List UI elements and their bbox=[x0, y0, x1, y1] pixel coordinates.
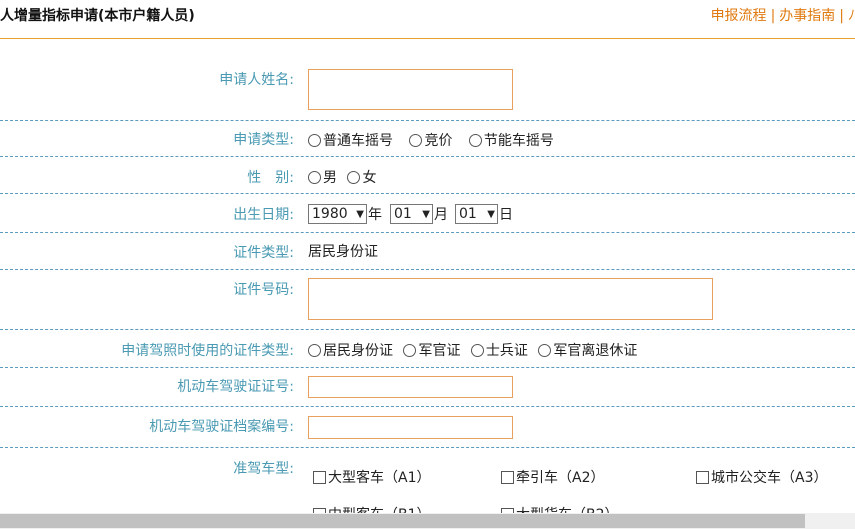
horizontal-scrollbar[interactable] bbox=[0, 513, 855, 529]
gender-label: 性 别: bbox=[247, 170, 294, 186]
page-title: 人增量指标申请(本市户籍人员) bbox=[0, 8, 195, 24]
row-license-file-number: 机动车驾驶证档案编号: bbox=[0, 407, 855, 448]
birth-date-group: 1980 ▼ 年 01 ▼ 月 01 ▼ 日 bbox=[308, 204, 516, 224]
link-guide[interactable]: 办事指南 bbox=[779, 8, 835, 24]
checkbox-icon bbox=[501, 470, 514, 484]
row-application-type: 申请类型: 普通车摇号 竞价 节能车摇号 bbox=[0, 121, 855, 157]
id-type-label: 证件类型: bbox=[233, 245, 294, 261]
id-number-input[interactable] bbox=[308, 278, 713, 320]
license-file-number-input[interactable] bbox=[308, 416, 513, 439]
radio-energy-saving[interactable]: 节能车摇号 bbox=[468, 130, 554, 150]
radio-lottery[interactable]: 普通车摇号 bbox=[308, 130, 393, 150]
checkbox-vehicle-a3[interactable]: 城市公交车（A3） bbox=[696, 467, 827, 487]
row-license-id-type: 申请驾照时使用的证件类型: 居民身份证 军官证 士兵证 军官离退休证 bbox=[0, 330, 855, 368]
divider: | bbox=[770, 8, 776, 24]
application-type-label: 申请类型: bbox=[233, 132, 294, 148]
radio-icon bbox=[538, 343, 552, 357]
radio-icon bbox=[347, 170, 361, 184]
birth-year-select[interactable]: 1980 ▼ bbox=[308, 204, 367, 224]
license-id-type-label: 申请驾照时使用的证件类型: bbox=[121, 343, 294, 359]
radio-retired-officer-id[interactable]: 军官离退休证 bbox=[538, 340, 637, 360]
gender-group: 男 女 bbox=[308, 167, 388, 188]
row-applicant-name: 申请人姓名: bbox=[0, 40, 855, 121]
link-more[interactable]: ﾉ bbox=[848, 8, 855, 24]
row-vehicle-class: 准驾车型: 大型客车（A1） 牵引车（A2） 城市公交车（A3） 中型客车（B1… bbox=[0, 448, 855, 523]
license-file-number-label: 机动车驾驶证档案编号: bbox=[149, 419, 294, 435]
id-type-value: 居民身份证 bbox=[308, 244, 378, 260]
row-id-number: 证件号码: bbox=[0, 270, 855, 330]
applicant-name-label: 申请人姓名: bbox=[219, 72, 294, 88]
page-header: 人增量指标申请(本市户籍人员) 申报流程 | 办事指南 | ﾉ bbox=[0, 0, 855, 39]
day-unit: 日 bbox=[499, 207, 513, 223]
chevron-down-icon: ▼ bbox=[356, 208, 364, 220]
row-id-type: 证件类型: 居民身份证 bbox=[0, 233, 855, 270]
chevron-down-icon: ▼ bbox=[487, 208, 495, 220]
vehicle-class-label: 准驾车型: bbox=[233, 461, 294, 477]
checkbox-icon bbox=[696, 470, 709, 484]
id-number-label: 证件号码: bbox=[233, 282, 294, 298]
application-type-group: 普通车摇号 竞价 节能车摇号 bbox=[308, 130, 566, 151]
radio-icon bbox=[308, 133, 321, 147]
month-unit: 月 bbox=[434, 207, 448, 223]
chevron-down-icon: ▼ bbox=[422, 208, 430, 220]
radio-bidding[interactable]: 竞价 bbox=[409, 130, 452, 150]
row-gender: 性 别: 男 女 bbox=[0, 157, 855, 194]
license-number-input[interactable] bbox=[308, 376, 513, 398]
radio-icon bbox=[468, 133, 482, 147]
license-number-label: 机动车驾驶证证号: bbox=[177, 379, 294, 395]
radio-officer-id[interactable]: 军官证 bbox=[403, 340, 460, 360]
radio-soldier-id[interactable]: 士兵证 bbox=[470, 340, 528, 360]
year-unit: 年 bbox=[368, 207, 382, 223]
applicant-name-input[interactable] bbox=[308, 69, 513, 110]
checkbox-icon bbox=[313, 470, 326, 484]
license-id-type-group: 居民身份证 军官证 士兵证 军官离退休证 bbox=[308, 340, 649, 361]
radio-icon bbox=[409, 133, 423, 147]
row-license-number: 机动车驾驶证证号: bbox=[0, 368, 855, 407]
birth-date-label: 出生日期: bbox=[233, 207, 294, 223]
scrollbar-thumb[interactable] bbox=[0, 514, 805, 528]
radio-female[interactable]: 女 bbox=[347, 167, 376, 187]
radio-icon bbox=[308, 170, 321, 184]
radio-resident-id[interactable]: 居民身份证 bbox=[308, 340, 393, 360]
radio-icon bbox=[403, 343, 417, 357]
checkbox-vehicle-a1[interactable]: 大型客车（A1） bbox=[313, 467, 430, 487]
radio-icon bbox=[470, 343, 484, 357]
radio-male[interactable]: 男 bbox=[308, 167, 337, 187]
checkbox-vehicle-a2[interactable]: 牵引车（A2） bbox=[501, 467, 604, 487]
row-birth-date: 出生日期: 1980 ▼ 年 01 ▼ 月 01 ▼ 日 bbox=[0, 194, 855, 233]
link-apply-process[interactable]: 申报流程 bbox=[711, 8, 767, 24]
birth-day-select[interactable]: 01 ▼ bbox=[455, 204, 498, 224]
divider: | bbox=[839, 8, 844, 24]
birth-month-select[interactable]: 01 ▼ bbox=[390, 204, 433, 224]
header-links: 申报流程 | 办事指南 | ﾉ bbox=[711, 5, 855, 25]
radio-icon bbox=[308, 343, 321, 357]
